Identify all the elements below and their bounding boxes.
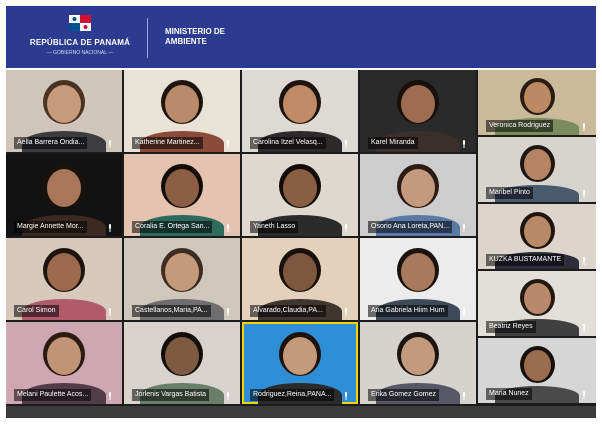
participant-face [401,336,435,375]
microphone-icon [109,224,111,232]
participant-name-label: Alvarado,Claudia,PA... [250,305,326,317]
ministry-line-1: MINISTERIO DE [165,27,226,36]
participant-video-tile[interactable]: Carol Simon [6,238,122,320]
participant-name-label: Ana Gabriela Hiim Hum [368,305,448,317]
participant-name-label: Veronica Rodriguez [486,120,554,132]
participant-name-label: Beatriz Reyes [486,321,536,333]
microphone-icon [109,308,111,316]
participant-name-label: Maribel Pinto [486,187,533,199]
participant-name-label: Karel Miranda [368,137,418,149]
ministry-name: MINISTERIO DE AMBIENTE [165,27,225,47]
government-label: — GOBIERNO NACIONAL — [46,50,114,56]
microphone-icon [345,140,347,148]
participant-video-tile[interactable]: Carolina Itzel Velasq... [242,70,358,152]
participant-face [523,148,551,180]
participant-name-label: Castellanos,Maria,PA... [132,305,211,317]
participant-face [47,336,81,375]
microphone-icon [583,123,585,131]
participant-name-label: Melani Paulette Acos... [14,389,92,401]
participant-video-tile[interactable]: Alvarado,Claudia,PA... [242,238,358,320]
participant-face [523,349,551,381]
participant-video-tile[interactable]: Rodriguez,Reina,PANA... [242,322,358,404]
participant-face [165,252,199,291]
participant-video-tile[interactable]: Veronica Rodriguez [478,70,596,135]
participant-video-tile[interactable]: Coralia E. Ortega San... [124,154,240,236]
participant-name-label: Yaneth Lasso [250,221,299,233]
participant-name-label: Margie Annette Mor... [14,221,87,233]
participant-face [165,168,199,207]
participant-video-tile[interactable]: Margie Annette Mor... [6,154,122,236]
microphone-icon [109,140,111,148]
participant-video-tile[interactable]: Ana Gabriela Hiim Hum [360,238,476,320]
participant-face [401,252,435,291]
participant-face [283,252,317,291]
participant-name-label: Rodriguez,Reina,PANA... [250,389,335,401]
participant-face [47,168,81,207]
ministry-header-banner: REPÚBLICA DE PANAMÁ — GOBIERNO NACIONAL … [6,6,596,68]
header-divider [147,18,148,58]
participant-name-label: Coralia E. Ortega San... [132,221,213,233]
country-name: REPÚBLICA DE PANAMÁ [29,38,131,47]
video-gallery-grid: Aella Barrera Ondia... Katherine Martinez… [6,70,596,418]
participant-face [401,84,435,123]
microphone-icon [227,140,229,148]
participant-face [283,168,317,207]
panama-flag-icon [69,15,91,31]
microphone-icon [583,190,585,198]
participant-face [523,215,551,247]
microphone-icon [463,308,465,316]
participant-name-label: Maria Nunez [486,388,532,400]
participant-name-label: Katherine Martinez... [132,137,203,149]
participant-name-label: Carol Simon [14,305,59,317]
participant-face [283,84,317,123]
participant-video-tile[interactable]: Jorlenis Vargas Batista [124,322,240,404]
participant-name-label: Osorio Ana Loreta,PAN... [368,221,453,233]
microphone-icon [463,140,465,148]
microphone-icon [109,392,111,400]
participant-face [401,168,435,207]
microphone-icon [583,257,585,265]
microphone-icon [583,391,585,399]
microphone-icon [583,324,585,332]
microphone-icon [463,392,465,400]
microphone-icon [227,308,229,316]
participant-face [523,282,551,314]
microphone-icon [345,392,347,400]
participant-video-tile[interactable]: Maribel Pinto [478,137,596,202]
participant-video-tile[interactable]: Aella Barrera Ondia... [6,70,122,152]
ministry-line-2: AMBIENTE [165,37,207,46]
microphone-icon [345,308,347,316]
participant-face [47,252,81,291]
participant-face [523,81,551,113]
participant-face [47,84,81,123]
participant-video-tile[interactable]: KUZKA BUSTAMANTE [478,204,596,269]
meeting-controls-bar[interactable] [6,406,596,418]
participant-video-tile[interactable]: Castellanos,Maria,PA... [124,238,240,320]
microphone-icon [227,392,229,400]
microphone-icon [463,224,465,232]
participant-name-label: Jorlenis Vargas Batista [132,389,210,401]
participant-video-tile[interactable]: Osorio Ana Loreta,PAN... [360,154,476,236]
participant-video-tile[interactable]: Beatriz Reyes [478,271,596,336]
participant-video-tile[interactable]: Erika Gomez Gomez [360,322,476,404]
participant-video-tile[interactable]: Yaneth Lasso [242,154,358,236]
participant-video-tile[interactable]: Melani Paulette Acos... [6,322,122,404]
participant-name-label: Erika Gomez Gomez [368,389,439,401]
participant-name-label: Carolina Itzel Velasq... [250,137,326,149]
participant-name-label: Aella Barrera Ondia... [14,137,88,149]
participant-face [165,84,199,123]
participant-name-label: KUZKA BUSTAMANTE [486,254,565,266]
participant-video-tile[interactable]: Katherine Martinez... [124,70,240,152]
participant-video-tile[interactable]: Maria Nunez [478,338,596,403]
participant-video-tile[interactable]: Karel Miranda [360,70,476,152]
participant-face [165,336,199,375]
participant-face [283,336,317,375]
microphone-icon [227,224,229,232]
microphone-icon [345,224,347,232]
